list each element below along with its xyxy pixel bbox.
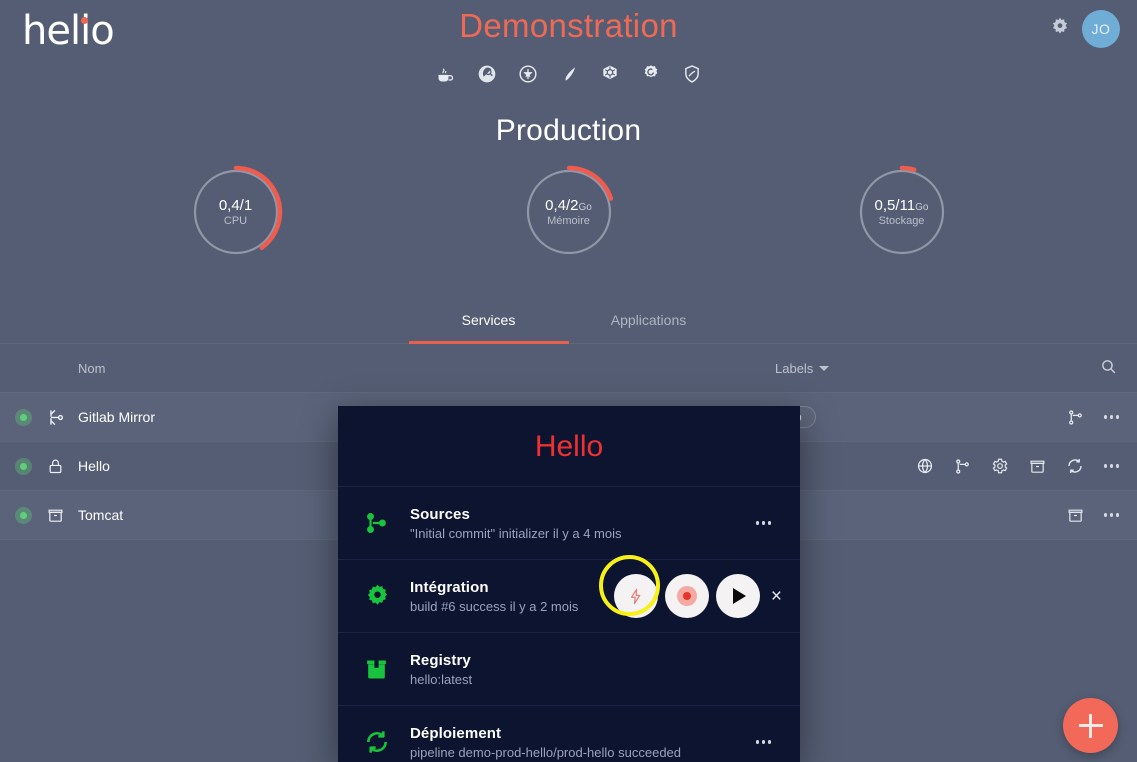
search-icon[interactable]	[1100, 358, 1117, 378]
avatar-initials: JO	[1091, 21, 1111, 37]
tab-applications[interactable]: Applications	[569, 302, 729, 344]
modal-item-deployment[interactable]: Déploiement pipeline demo-prod-hello/pro…	[338, 705, 800, 762]
gauge-cpu: 0,4/1 CPU	[189, 165, 282, 259]
more-icon[interactable]	[755, 521, 771, 525]
service-detail-modal: Hello Sources "Initial commit" initializ…	[338, 406, 800, 762]
modal-item-registry[interactable]: Registry hello:latest	[338, 632, 800, 705]
page-title: Demonstration	[459, 7, 678, 44]
more-icon[interactable]	[1103, 464, 1119, 468]
gear-icon[interactable]	[991, 457, 1009, 475]
table-header: Nom Labels	[0, 344, 1137, 393]
git-branch-icon[interactable]	[1067, 409, 1084, 426]
git-merge-icon	[47, 408, 67, 427]
more-icon[interactable]	[755, 740, 771, 744]
modal-item-integration[interactable]: Intégration build #6 success il y a 2 mo…	[338, 559, 800, 632]
docker-icon	[477, 64, 497, 84]
avatar[interactable]: JO	[1082, 10, 1120, 48]
add-button[interactable]	[1063, 698, 1118, 753]
gauge-value: 0,4/2Go	[545, 196, 592, 214]
chevron-down-icon	[819, 365, 830, 371]
gear-icon	[364, 583, 410, 610]
gitlab-icon	[518, 64, 538, 84]
service-name: Tomcat	[78, 507, 124, 523]
close-icon[interactable]: ×	[771, 587, 782, 606]
grafana-icon	[641, 64, 661, 84]
globe-icon[interactable]	[916, 457, 934, 475]
kubernetes-icon	[600, 64, 620, 84]
gauge-storage: 0,5/11Go Stockage	[855, 165, 948, 259]
modal-title: Hello	[534, 430, 604, 463]
item-subtitle: hello:latest	[410, 671, 473, 687]
item-title: Intégration	[410, 578, 489, 596]
gauge-name: Stockage	[878, 214, 925, 227]
tab-bar: Services Applications	[0, 302, 1137, 344]
sync-icon[interactable]	[1066, 457, 1084, 475]
git-branch-icon[interactable]	[954, 458, 971, 475]
status-badge	[15, 408, 32, 426]
gauge-value: 0,5/11Go	[874, 196, 929, 214]
lock-icon	[47, 458, 67, 475]
record-button[interactable]	[664, 574, 709, 618]
tab-services[interactable]: Services	[408, 302, 569, 344]
git-branch-icon	[364, 510, 410, 536]
settings-gear-icon[interactable]	[1049, 16, 1071, 43]
gauge-name: CPU	[223, 214, 248, 227]
archive-icon[interactable]	[1029, 458, 1046, 475]
gauge-name: Mémoire	[547, 214, 590, 227]
registry-icon	[364, 657, 410, 682]
row-actions	[1067, 409, 1119, 426]
integration-actions: ×	[613, 574, 782, 618]
sonarqube-icon	[682, 64, 702, 84]
play-button[interactable]	[715, 574, 760, 618]
more-icon[interactable]	[1103, 513, 1119, 517]
sync-icon	[364, 729, 410, 755]
archive-icon[interactable]	[1067, 507, 1084, 524]
tech-icon-row	[0, 64, 1137, 84]
status-badge	[15, 506, 32, 524]
modal-item-sources[interactable]: Sources "Initial commit" initializer il …	[338, 486, 800, 559]
service-name: Gitlab Mirror	[78, 409, 156, 425]
row-actions	[1067, 507, 1119, 524]
java-icon	[436, 64, 456, 84]
resource-gauges: 0,4/1 CPU 0,4/2Go Mémoire 0,5/11Go Stock…	[0, 165, 1137, 288]
column-header-labels[interactable]: Labels	[775, 360, 830, 376]
item-title: Sources	[410, 505, 470, 523]
item-title: Registry	[410, 651, 471, 669]
flash-build-button[interactable]	[613, 574, 658, 618]
status-badge	[15, 457, 32, 475]
app-root: helio Demonstration JO Production 0,4/1 …	[0, 0, 1137, 762]
column-header-name: Nom	[78, 360, 106, 376]
item-subtitle: "Initial commit" initializer il y a 4 mo…	[410, 525, 622, 541]
row-actions	[916, 457, 1119, 475]
gauge-value: 0,4/1	[218, 196, 253, 214]
mongodb-icon	[559, 64, 579, 84]
labels-header-text: Labels	[775, 360, 814, 376]
top-header: helio Demonstration JO	[0, 0, 1137, 110]
gauge-memory: 0,4/2Go Mémoire	[522, 165, 615, 259]
item-title: Déploiement	[410, 724, 502, 742]
item-subtitle: pipeline demo-prod-hello/prod-hello succ…	[410, 744, 682, 760]
play-icon	[733, 588, 747, 604]
service-name: Hello	[78, 458, 110, 474]
more-icon[interactable]	[1103, 415, 1119, 419]
item-subtitle: build #6 success il y a 2 mois	[410, 598, 579, 614]
record-icon	[676, 586, 697, 606]
environment-title: Production	[495, 114, 642, 147]
archive-icon	[47, 507, 67, 524]
